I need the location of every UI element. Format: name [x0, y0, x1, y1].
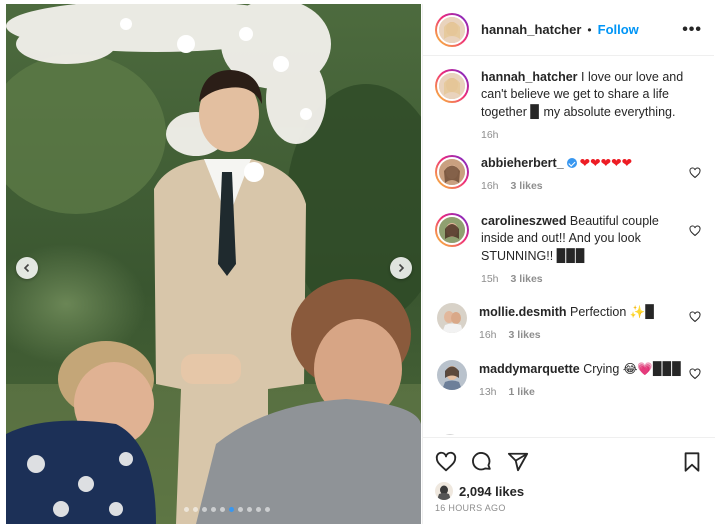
comment-emoji: 😂💗▉▉▉ — [622, 361, 682, 376]
comment-username[interactable]: mollie.desmith — [479, 305, 567, 319]
bookmark-icon[interactable] — [681, 451, 703, 473]
post-details-panel: hannah_hatcher • Follow ••• hannah_hatch… — [422, 4, 715, 524]
like-comment-heart-icon[interactable] — [689, 311, 701, 323]
instagram-post-frame: hannah_hatcher • Follow ••• hannah_hatch… — [0, 0, 720, 529]
carousel-prev-button[interactable] — [16, 257, 38, 279]
comment-likes[interactable]: 3 likes — [511, 273, 543, 285]
comment-time[interactable]: 16h — [481, 180, 499, 192]
liker-avatar-image — [435, 482, 453, 500]
comment-username[interactable]: carolineszwed — [481, 214, 566, 228]
commenter-avatar[interactable] — [437, 303, 467, 333]
like-comment-heart-icon[interactable] — [689, 225, 701, 237]
carousel-dot — [184, 507, 189, 512]
comments-list: hannah_hatcher I love our love and can't… — [423, 57, 715, 435]
comment-likes[interactable]: 3 likes — [511, 180, 543, 192]
commenter-avatar[interactable] — [435, 213, 469, 247]
comment-text: maddymarquette Crying 😂💗▉▉▉ — [479, 360, 685, 378]
next-comment-peek — [435, 429, 695, 435]
commenter-avatar-image — [439, 159, 465, 185]
carousel-dot — [220, 507, 225, 512]
comment-item: abbieherbert_ ❤❤❤❤❤ 16h 3 likes — [435, 155, 707, 192]
carousel-dot — [211, 507, 216, 512]
caption-username[interactable]: hannah_hatcher — [481, 70, 578, 84]
carousel-dot — [193, 507, 198, 512]
comment-item: carolineszwed Beautiful couple inside an… — [435, 213, 707, 285]
action-buttons — [435, 450, 703, 474]
carousel-dot — [265, 507, 270, 512]
comment-hearts: ❤❤❤❤❤ — [579, 156, 633, 170]
caption-avatar[interactable] — [435, 69, 469, 103]
comment-item: mollie.desmith Perfection ✨▉ 16h 3 likes — [435, 303, 707, 341]
author-username[interactable]: hannah_hatcher — [481, 22, 581, 37]
wedding-photo-image — [6, 4, 421, 524]
comment-icon[interactable] — [471, 451, 493, 473]
post-header: hannah_hatcher • Follow ••• — [423, 4, 714, 56]
like-comment-heart-icon[interactable] — [689, 368, 701, 380]
heart-icon[interactable] — [435, 451, 457, 473]
comment-text: mollie.desmith Perfection ✨▉ — [479, 303, 685, 321]
commenter-avatar[interactable] — [437, 360, 467, 390]
carousel-dots — [184, 507, 270, 512]
comment-likes[interactable]: 3 likes — [509, 329, 541, 341]
comment-username[interactable]: maddymarquette — [479, 362, 580, 376]
cut-off-comment-graphic — [445, 434, 455, 435]
comment-text: abbieherbert_ ❤❤❤❤❤ — [481, 155, 687, 172]
comment-body: Perfection — [566, 305, 630, 319]
comment-emoji: ▉▉▉ — [556, 248, 586, 263]
carousel-dot — [247, 507, 252, 512]
verified-badge-icon — [566, 158, 577, 168]
carousel-next-button[interactable] — [390, 257, 412, 279]
comment-item: maddymarquette Crying 😂💗▉▉▉ 13h 1 like — [435, 360, 707, 398]
chevron-right-icon — [398, 263, 405, 273]
caption-emoji: ▉ — [530, 104, 540, 119]
chevron-left-icon — [23, 263, 30, 273]
post-actions: 2,094 likes 16 HOURS AGO — [423, 437, 715, 513]
more-options-icon[interactable]: ••• — [682, 21, 702, 39]
author-avatar[interactable] — [435, 12, 469, 47]
comment-likes[interactable]: 1 like — [509, 386, 535, 398]
liker-avatar[interactable] — [435, 482, 453, 500]
caption: hannah_hatcher I love our love and can't… — [435, 69, 707, 141]
post-timestamp[interactable]: 16 HOURS AGO — [435, 503, 703, 513]
comment-emoji: ✨▉ — [629, 304, 655, 319]
caption-meta: 16h — [481, 129, 687, 141]
likes-count[interactable]: 2,094 likes — [459, 484, 524, 499]
follow-button[interactable]: Follow — [598, 22, 639, 37]
caption-avatar-image — [439, 73, 465, 99]
caption-text: hannah_hatcher I love our love and can't… — [481, 69, 687, 121]
carousel-dot — [238, 507, 243, 512]
comment-time[interactable]: 15h — [481, 273, 499, 285]
share-icon[interactable] — [507, 451, 529, 473]
header-separator: • — [587, 22, 592, 37]
comment-username[interactable]: abbieherbert_ — [481, 156, 564, 170]
caption-body-end: my absolute everything. — [539, 105, 676, 119]
comment-text: carolineszwed Beautiful couple inside an… — [481, 213, 687, 265]
comment-time[interactable]: 13h — [479, 386, 497, 398]
like-comment-heart-icon[interactable] — [689, 167, 701, 179]
comment-meta: 16h 3 likes — [481, 180, 687, 192]
comment-meta: 16h 3 likes — [479, 329, 685, 341]
commenter-avatar-image — [437, 303, 467, 333]
carousel-dot — [229, 507, 234, 512]
comment-meta: 13h 1 like — [479, 386, 685, 398]
comment-body: Crying — [579, 362, 623, 376]
post-photo[interactable] — [6, 4, 421, 524]
carousel-dot — [202, 507, 207, 512]
carousel-dot — [256, 507, 261, 512]
comment-meta: 15h 3 likes — [481, 273, 687, 285]
comment-time[interactable]: 16h — [479, 329, 497, 341]
commenter-avatar[interactable] — [435, 155, 469, 189]
caption-time[interactable]: 16h — [481, 129, 499, 141]
commenter-avatar-image — [437, 360, 467, 390]
commenter-avatar-image — [439, 217, 465, 243]
likes-summary: 2,094 likes — [435, 482, 703, 500]
author-avatar-image — [439, 16, 465, 43]
